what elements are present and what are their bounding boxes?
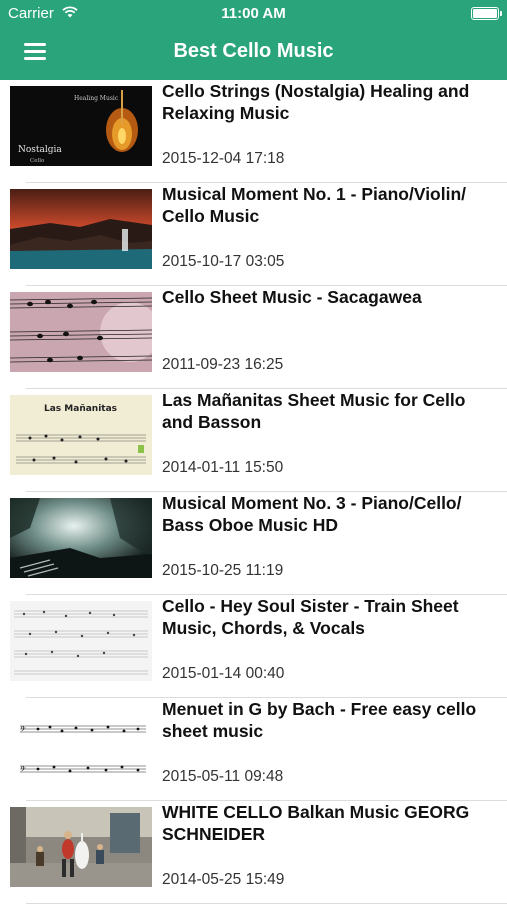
video-list-item[interactable]: Healing Music Nostalgia Cello Cello Stri… <box>0 80 507 183</box>
video-list-item[interactable]: Cello Sheet Music - Sacagawea 2011-09-23… <box>0 286 507 389</box>
video-thumbnail <box>10 189 152 269</box>
video-thumbnail <box>10 498 152 578</box>
video-title: Cello Sheet Music - Sacagawea <box>162 287 422 307</box>
video-title: WHITE CELLO Balkan Music GEORG SCHNEIDER <box>162 802 470 844</box>
video-date: 2015-01-14 00:40 <box>162 665 285 682</box>
video-date: 2011-09-23 16:25 <box>162 356 284 373</box>
video-list-item[interactable]: Cello - Hey Soul Sister - Train Sheet Mu… <box>0 595 507 698</box>
video-title: Cello Strings (Nostalgia) Healing and Re… <box>162 81 470 123</box>
svg-text:Cello: Cello <box>30 158 45 164</box>
video-list-item[interactable]: 𝄢 𝄢 Menuet in G by Bach - Free easy cell… <box>0 698 507 801</box>
video-list-item[interactable]: Musical Moment No. 3 - Piano/Cello/ Bass… <box>0 492 507 595</box>
video-title: Las Mañanitas Sheet Music for Cello and … <box>162 390 466 432</box>
svg-text:𝄢: 𝄢 <box>20 725 26 736</box>
svg-text:𝄢: 𝄢 <box>20 765 26 776</box>
video-thumbnail: Las Mañanitas <box>10 395 152 475</box>
video-date: 2014-01-11 15:50 <box>162 459 284 476</box>
status-bar: Carrier 11:00 AM <box>0 0 507 28</box>
video-list-item[interactable]: Musical Moment No. 1 - Piano/Violin/ Cel… <box>0 183 507 286</box>
video-thumbnail: Healing Music Nostalgia Cello <box>10 86 152 166</box>
svg-text:Nostalgia: Nostalgia <box>18 145 62 155</box>
video-title: Musical Moment No. 1 - Piano/Violin/ Cel… <box>162 184 467 226</box>
svg-text:Las Mañanitas: Las Mañanitas <box>44 404 117 414</box>
video-title: Cello - Hey Soul Sister - Train Sheet Mu… <box>162 596 459 638</box>
top-bar: Carrier 11:00 AM Best Cello Music <box>0 0 507 80</box>
video-date: 2014-05-25 15:49 <box>162 871 285 888</box>
video-thumbnail: 𝄢 𝄢 <box>10 704 152 784</box>
video-thumbnail <box>10 807 152 887</box>
battery-icon <box>471 7 502 20</box>
video-date: 2015-10-17 03:05 <box>162 253 285 270</box>
video-thumbnail <box>10 292 152 372</box>
video-list: Healing Music Nostalgia Cello Cello Stri… <box>0 80 507 904</box>
video-title: Menuet in G by Bach - Free easy cello sh… <box>162 699 477 741</box>
video-date: 2015-10-25 11:19 <box>162 562 284 579</box>
video-list-item[interactable]: Las Mañanitas Las Mañanitas Sheet Music … <box>0 389 507 492</box>
nav-bar: Best Cello Music <box>0 28 507 80</box>
page-title: Best Cello Music <box>173 40 334 62</box>
svg-text:Healing Music: Healing Music <box>74 95 119 102</box>
video-list-item[interactable]: WHITE CELLO Balkan Music GEORG SCHNEIDER… <box>0 801 507 904</box>
video-date: 2015-05-11 09:48 <box>162 768 284 785</box>
status-time: 11:00 AM <box>221 5 286 22</box>
video-title: Musical Moment No. 3 - Piano/Cello/ Bass… <box>162 493 462 535</box>
video-thumbnail <box>10 601 152 681</box>
video-date: 2015-12-04 17:18 <box>162 150 285 167</box>
